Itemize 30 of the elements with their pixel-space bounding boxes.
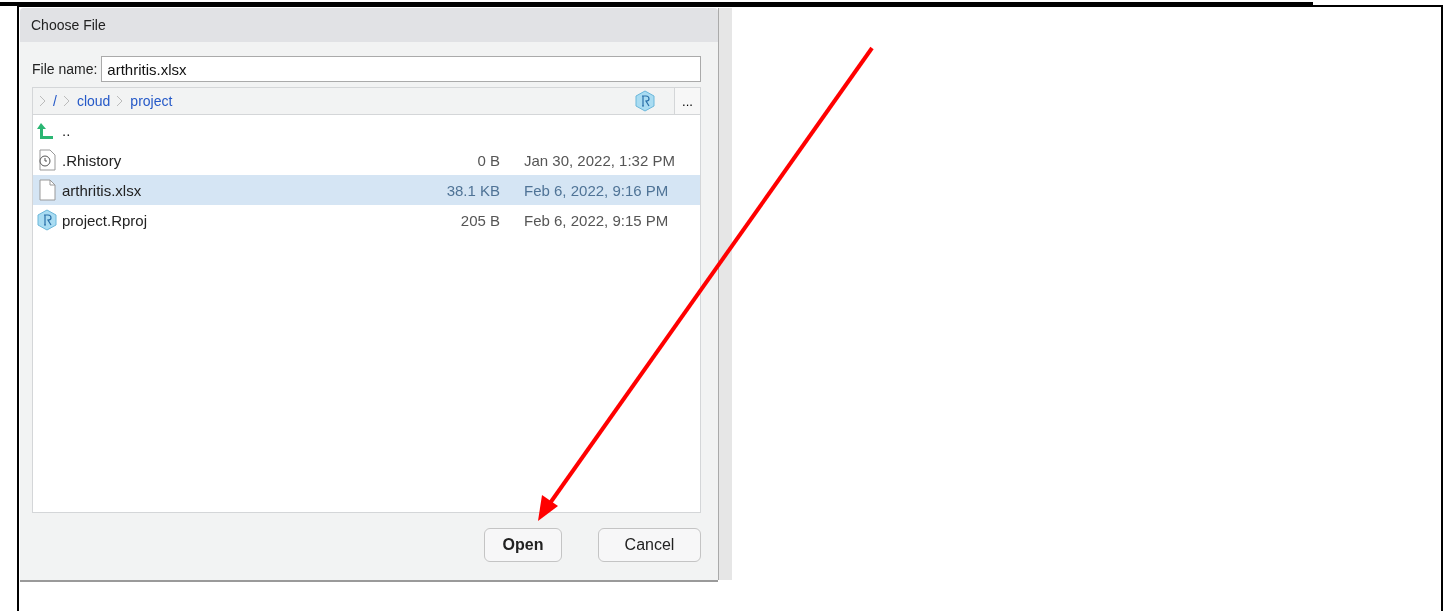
file-size: 38.1 KB	[445, 181, 500, 199]
cancel-button[interactable]: Cancel	[598, 528, 701, 562]
file-name-field[interactable]: arthritis.xlsx	[101, 56, 701, 82]
file-name: arthritis.xlsx	[62, 181, 143, 199]
r-cube-icon	[635, 90, 655, 112]
file-name: project.Rproj	[62, 211, 149, 229]
open-button[interactable]: Open	[484, 528, 562, 562]
chevron-icon	[39, 95, 47, 107]
file-name: ..	[62, 121, 72, 139]
breadcrumb-link[interactable]: /	[53, 93, 57, 109]
more-button[interactable]: ...	[674, 88, 700, 114]
r-cube-icon	[37, 209, 57, 231]
field-label: File name:	[32, 61, 98, 77]
file-row[interactable]: .Rhistory 0 B Jan 30, 2022, 1:32 PM	[33, 145, 700, 175]
file-row[interactable]: arthritis.xlsx 38.1 KB Feb 6, 2022, 9:16 PM	[33, 175, 700, 205]
breadcrumb-link[interactable]: cloud	[76, 93, 111, 109]
file-size: 0 B	[476, 151, 500, 169]
file-date: Feb 6, 2022, 9:15 PM	[523, 211, 670, 229]
file-name: .Rhistory	[62, 151, 123, 169]
file-date: Feb 6, 2022, 9:16 PM	[523, 181, 670, 199]
file-date: Jan 30, 2022, 1:32 PM	[523, 151, 676, 169]
file-row[interactable]: ..	[33, 115, 700, 145]
chevron-icon	[116, 95, 125, 107]
clock-file-icon	[37, 149, 57, 171]
file-row[interactable]: project.Rproj 205 B Feb 6, 2022, 9:15 PM	[33, 205, 700, 235]
chevron-icon	[62, 95, 71, 107]
file-size: 205 B	[459, 211, 500, 229]
breadcrumb-link[interactable]: project	[130, 93, 173, 109]
file-icon	[37, 179, 57, 201]
dialog-title: Choose File	[31, 17, 106, 33]
